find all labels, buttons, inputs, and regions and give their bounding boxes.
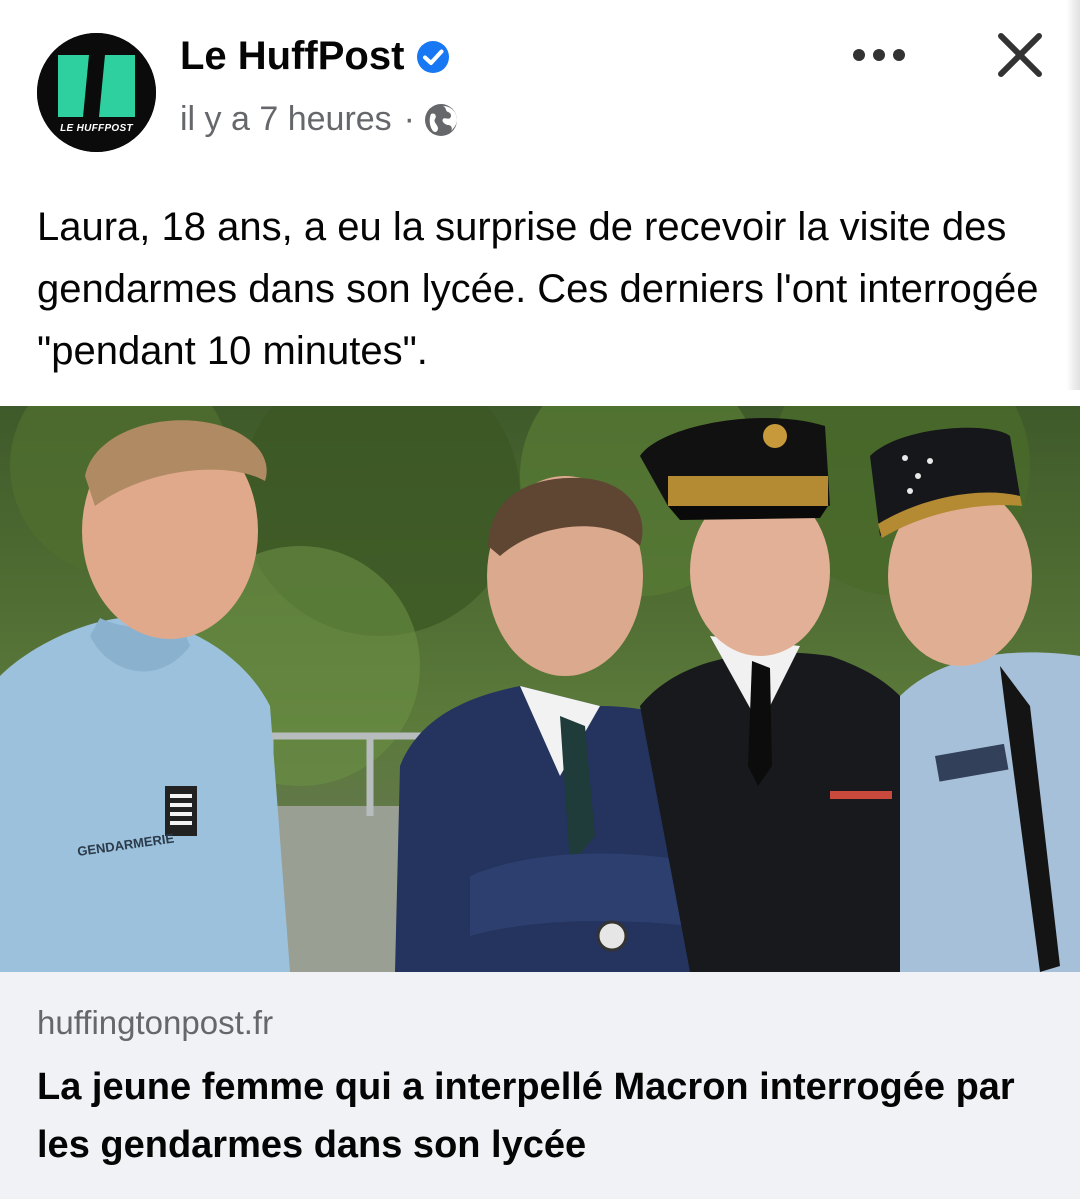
close-icon	[998, 33, 1042, 77]
link-preview-image[interactable]: GENDARMERIE	[0, 406, 1080, 972]
more-options-icon	[853, 49, 905, 61]
link-domain: huffingtonpost.fr	[37, 1004, 274, 1041]
huffpost-logo-icon	[37, 33, 156, 152]
more-options-button[interactable]	[842, 30, 916, 80]
link-headline[interactable]: La jeune femme qui a interpellé Macron i…	[37, 1058, 1047, 1174]
post-meta: il y a 7 heures ·	[180, 100, 459, 139]
post-timestamp[interactable]: il y a 7 heures	[180, 100, 392, 139]
page-avatar[interactable]: LE HUFFPOST	[37, 33, 156, 152]
screen-edge-shadow	[1066, 0, 1080, 390]
avatar-logo-text: LE HUFFPOST	[60, 123, 133, 134]
close-button[interactable]	[985, 20, 1055, 90]
globe-icon	[425, 103, 457, 136]
verified-badge-icon	[417, 40, 450, 73]
meta-separator: ·	[403, 100, 415, 138]
photo-illustration: GENDARMERIE	[0, 406, 1080, 972]
page-name-link[interactable]: Le HuffPost	[180, 34, 450, 79]
post-message: Laura, 18 ans, a eu la surprise de recev…	[37, 205, 1039, 373]
facebook-post: LE HUFFPOST Le HuffPost il y a 7 heures …	[0, 0, 1080, 1199]
page-name: Le HuffPost	[180, 34, 405, 78]
